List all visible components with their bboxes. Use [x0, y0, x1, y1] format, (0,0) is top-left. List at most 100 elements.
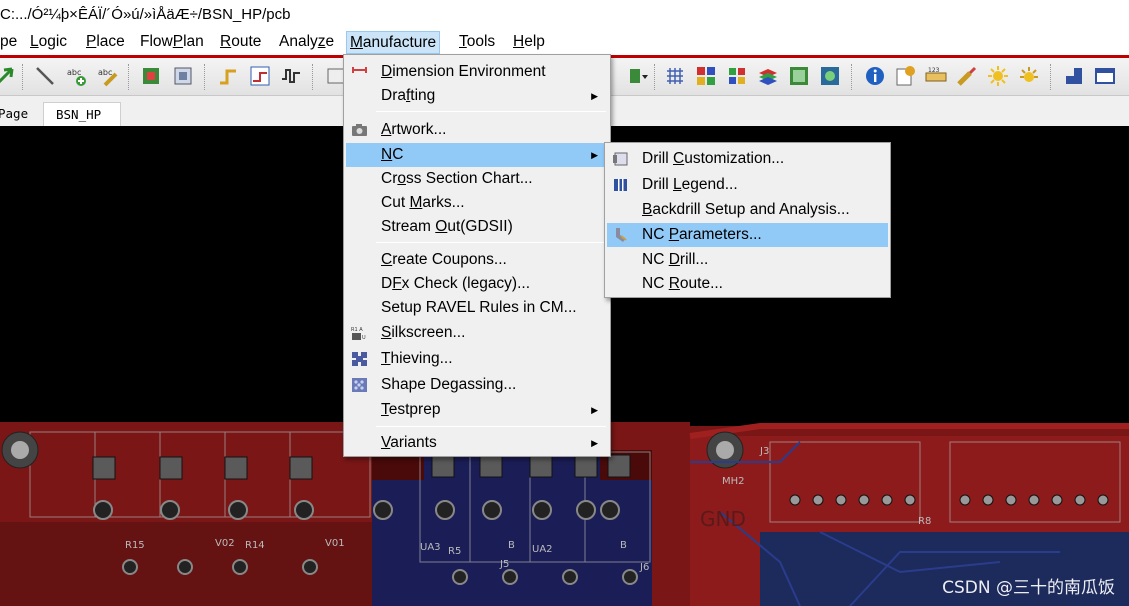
pcb-label-b2: B	[620, 540, 627, 551]
toolbar-separator	[128, 64, 130, 90]
menu-tools[interactable]: Tools	[456, 31, 498, 54]
menu-item-variants[interactable]: Variants ▶	[346, 431, 608, 455]
pcb-label-r8: R8	[918, 516, 931, 527]
submenu-arrow-icon: ▶	[591, 91, 598, 101]
pcb-label-v01: V01	[325, 538, 345, 549]
pcb-label-j5: J5	[499, 559, 509, 570]
measure-icon[interactable]: 123	[925, 65, 947, 87]
slide-icon[interactable]	[249, 65, 271, 87]
menu-item-artwork[interactable]: Artwork...	[346, 118, 608, 142]
edit-text-icon[interactable]: abc	[97, 65, 119, 87]
pcb-label-ua3: UA3	[420, 542, 441, 553]
submenu-arrow-icon: ▶	[591, 150, 598, 160]
menu-item-nc-route[interactable]: NC Route...	[607, 272, 888, 296]
ecm-icon[interactable]	[788, 65, 810, 87]
menu-item-dfx-check[interactable]: DFx Check (legacy)...	[346, 272, 608, 296]
place-manual-icon[interactable]	[140, 65, 162, 87]
layer-visibility-icon[interactable]	[726, 65, 748, 87]
pcb-label-v02: V02	[215, 538, 235, 549]
grid-toggle-icon[interactable]	[664, 65, 686, 87]
toolbar-separator	[204, 64, 206, 90]
menu-flowplan[interactable]: FlowPlan	[137, 31, 207, 54]
toolbar-separator	[654, 64, 656, 90]
menu-item-shape-degassing[interactable]: Shape Degassing...	[346, 373, 608, 397]
pcb-label-r14: R14	[245, 540, 265, 551]
silkscreen-icon: R1 A U	[351, 327, 366, 341]
menu-item-cut-marks[interactable]: Cut Marks...	[346, 191, 608, 215]
shadow-icon[interactable]	[819, 65, 841, 87]
menu-help[interactable]: Help	[510, 31, 548, 54]
degassing-icon	[352, 378, 367, 392]
svg-text:123: 123	[928, 67, 940, 74]
thieving-icon	[352, 352, 367, 366]
menu-item-nc-parameters[interactable]: NC Parameters...	[607, 223, 888, 247]
menu-item-nc[interactable]: NC ▶	[346, 143, 608, 167]
nc-parameters-icon	[616, 228, 627, 242]
highlight-icon[interactable]	[956, 65, 978, 87]
submenu-arrow-icon: ▶	[591, 438, 598, 448]
camera-icon	[352, 124, 367, 136]
pcb-label-mh2: MH2	[722, 476, 745, 487]
menu-item-cross-section-chart[interactable]: Cross Section Chart...	[346, 167, 608, 191]
toolbar-separator	[851, 64, 853, 90]
menu-item-stream-out[interactable]: Stream Out(GDSII)	[346, 215, 608, 239]
menu-item-setup-ravel-rules[interactable]: Setup RAVEL Rules in CM...	[346, 296, 608, 320]
menu-item-drill-legend[interactable]: Drill Legend...	[607, 173, 888, 197]
drill-legend-icon	[614, 179, 627, 191]
pcb-label-b1: B	[508, 540, 515, 551]
pcb-label-j6: J6	[639, 562, 649, 573]
manufacture-menu: Dimension Environment Drafting ▶ Artwork…	[343, 54, 611, 457]
svg-text:R1 A: R1 A	[351, 327, 363, 333]
menu-item-nc-drill[interactable]: NC Drill...	[607, 248, 888, 272]
window-icon[interactable]	[1094, 65, 1116, 87]
svg-text:abc: abc	[67, 68, 81, 77]
pcb-label-ua2: UA2	[532, 544, 553, 555]
add-line-icon[interactable]	[34, 65, 56, 87]
pcb-label-gnd: GND	[700, 507, 746, 531]
tab-page[interactable]: Page	[0, 102, 40, 126]
watermark: CSDN @三十的南瓜饭	[942, 578, 1115, 598]
nc-submenu: Drill Customization... Drill Legend... B…	[604, 142, 891, 298]
menu-route[interactable]: Route	[217, 31, 264, 54]
menu-item-drafting[interactable]: Drafting ▶	[346, 84, 608, 108]
add-connect-icon[interactable]	[217, 65, 239, 87]
pcb-label-j3: J3	[759, 446, 769, 457]
layers-icon[interactable]	[757, 65, 779, 87]
delay-tune-icon[interactable]	[280, 65, 302, 87]
menu-place[interactable]: Place	[83, 31, 128, 54]
menu-item-dimension-environment[interactable]: Dimension Environment	[346, 60, 608, 84]
assign-color-icon[interactable]	[1018, 65, 1040, 87]
menu-item-backdrill-setup[interactable]: Backdrill Setup and Analysis...	[607, 198, 888, 222]
menu-divider	[376, 426, 606, 427]
svg-text:abc: abc	[98, 68, 112, 77]
color-dropdown-icon[interactable]	[630, 65, 652, 87]
menu-item-silkscreen[interactable]: R1 AU Silkscreen...	[346, 321, 608, 345]
menu-item-create-coupons[interactable]: Create Coupons...	[346, 248, 608, 272]
toolbar-separator	[312, 64, 314, 90]
menu-item-testprep[interactable]: Testprep ▶	[346, 398, 608, 422]
arrow-icon[interactable]	[0, 65, 16, 87]
menu-manufacture[interactable]: Manufacture	[346, 31, 441, 54]
submenu-arrow-icon: ▶	[591, 405, 598, 415]
menu-file[interactable]: pe	[0, 31, 20, 54]
info-icon[interactable]	[864, 65, 886, 87]
svg-text:U: U	[362, 335, 366, 341]
add-text-icon[interactable]: abc	[66, 65, 88, 87]
pcb-label-r5: R5	[448, 546, 461, 557]
toolbar-separator	[22, 64, 24, 90]
menu-logic[interactable]: Logic	[27, 31, 70, 54]
dehighlight-icon[interactable]	[987, 65, 1009, 87]
show-element-icon[interactable]	[894, 65, 916, 87]
menu-analyze[interactable]: Analyze	[276, 31, 337, 54]
menu-divider	[376, 242, 606, 243]
menu-item-drill-customization[interactable]: Drill Customization...	[607, 147, 888, 171]
toolbar-separator	[1050, 64, 1052, 90]
tab-bsn-hp[interactable]: BSN_HP	[43, 102, 121, 126]
menu-item-thieving[interactable]: Thieving...	[346, 347, 608, 371]
window-title: C:.../Ó²¼þ×ÊÁÏ/´Ó»ú/»ìÅäÆ÷/BSN_HP/pcb	[0, 0, 1129, 30]
component-icon[interactable]	[172, 65, 194, 87]
step-icon[interactable]	[1063, 65, 1085, 87]
color-icon[interactable]	[695, 65, 717, 87]
drill-customization-icon	[613, 152, 628, 166]
pcb-label-r15: R15	[125, 540, 145, 551]
